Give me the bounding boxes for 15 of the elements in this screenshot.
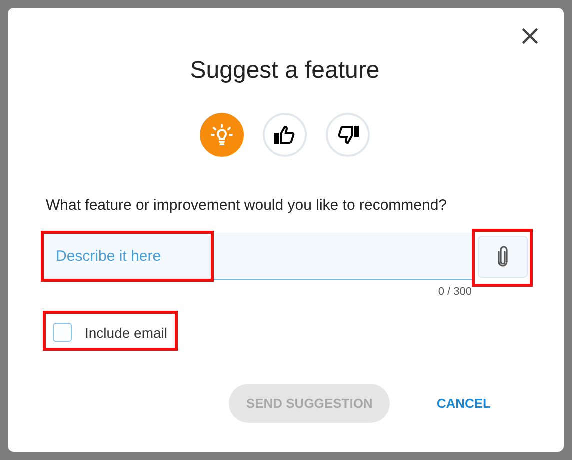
close-button[interactable]: × [514,22,546,50]
paperclip-icon [496,246,510,268]
like-button[interactable] [263,113,307,157]
thumbs-down-icon [336,123,360,147]
checkbox[interactable] [53,323,72,342]
checkbox-label: Include email [85,324,168,340]
cancel-button[interactable]: CANCEL [420,384,508,423]
lightbulb-icon [210,123,234,147]
character-counter: 0 / 300 [437,286,472,298]
question-text: What feature or improvement would you like to recommend? [46,197,448,214]
attach-button[interactable] [478,236,528,278]
input-field[interactable]: Describe it here [43,233,472,280]
dislike-button[interactable] [326,113,370,157]
thumbs-up-icon [273,123,297,147]
dialog-title: Suggest a feature [189,56,381,85]
